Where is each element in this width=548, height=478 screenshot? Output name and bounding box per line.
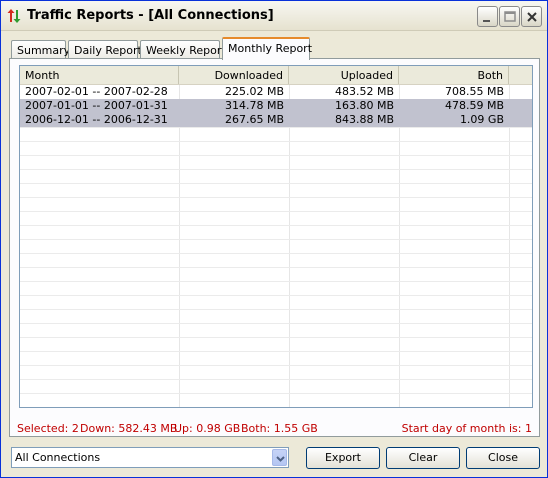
column-divider: [509, 85, 510, 407]
cell-both: 708.55 MB: [444, 85, 504, 98]
cell-month: 2007-01-01 -- 2007-01-31: [25, 99, 168, 112]
list-rows: 2007-02-01 -- 2007-02-28 225.02 MB 483.5…: [20, 85, 532, 127]
tab-label: Daily Report: [74, 44, 142, 57]
minimize-icon: [483, 20, 490, 22]
status-start-day: Start day of month is: 1: [401, 422, 532, 435]
column-divider: [399, 85, 400, 407]
window-title: Traffic Reports - [All Connections]: [27, 8, 274, 23]
row-grid-line: [20, 379, 532, 380]
cell-month: 2007-02-01 -- 2007-02-28: [25, 85, 168, 98]
cell-month: 2006-12-01 -- 2006-12-31: [25, 113, 168, 126]
column-header-both[interactable]: Both: [399, 66, 509, 84]
close-icon: [527, 12, 537, 22]
traffic-reports-window: Traffic Reports - [All Connections] Summ…: [0, 0, 548, 478]
tab-weekly-report[interactable]: Weekly Report: [140, 40, 226, 59]
row-grid-line: [20, 295, 532, 296]
minimize-button[interactable]: [477, 6, 498, 27]
chevron-down-icon: [276, 456, 285, 462]
row-grid-line: [20, 365, 532, 366]
cell-downloaded: 225.02 MB: [224, 85, 284, 98]
row-grid-line: [20, 337, 532, 338]
connection-select-value: All Connections: [15, 451, 101, 464]
cell-downloaded: 314.78 MB: [224, 99, 284, 112]
row-grid-line: [20, 127, 532, 128]
traffic-arrows-icon: [6, 8, 22, 24]
row-grid-line: [20, 197, 532, 198]
maximize-icon: [504, 11, 516, 22]
table-row[interactable]: 2007-01-01 -- 2007-01-31 314.78 MB 163.8…: [20, 99, 532, 113]
status-both-total: Both: 1.55 GB: [241, 422, 318, 435]
row-grid-line: [20, 351, 532, 352]
row-grid-line: [20, 253, 532, 254]
row-grid-line: [20, 239, 532, 240]
export-button[interactable]: Export: [306, 447, 380, 469]
maximize-button[interactable]: [499, 6, 520, 27]
tab-panel: Month Downloaded Uploaded Both 2007-02-0…: [9, 58, 540, 437]
row-grid-line: [20, 393, 532, 394]
list-header: Month Downloaded Uploaded Both: [20, 66, 532, 85]
clear-button[interactable]: Clear: [386, 447, 460, 469]
tab-label: Weekly Report: [146, 44, 226, 57]
close-button-label: Close: [488, 451, 518, 464]
row-grid-line: [20, 211, 532, 212]
column-header-downloaded[interactable]: Downloaded: [179, 66, 289, 84]
tab-monthly-report[interactable]: Monthly Report: [222, 37, 313, 60]
export-button-label: Export: [324, 451, 361, 464]
tab-daily-report[interactable]: Daily Report: [68, 40, 142, 59]
clear-button-label: Clear: [408, 451, 438, 464]
dropdown-arrow-button[interactable]: [272, 449, 287, 466]
table-row[interactable]: 2006-12-01 -- 2006-12-31 267.65 MB 843.8…: [20, 113, 532, 127]
monthly-report-list[interactable]: Month Downloaded Uploaded Both 2007-02-0…: [19, 65, 533, 408]
row-grid-line: [20, 141, 532, 142]
title-bar[interactable]: Traffic Reports - [All Connections]: [1, 1, 547, 31]
row-grid-line: [20, 155, 532, 156]
cell-uploaded: 843.88 MB: [334, 113, 394, 126]
table-row[interactable]: 2007-02-01 -- 2007-02-28 225.02 MB 483.5…: [20, 85, 532, 99]
status-down-total: Down: 582.43 MB: [80, 422, 178, 435]
tab-label: Monthly Report: [228, 42, 313, 55]
column-divider: [289, 85, 290, 407]
row-grid-line: [20, 309, 532, 310]
tab-label: Summary: [17, 44, 71, 57]
cell-uploaded: 483.52 MB: [334, 85, 394, 98]
row-grid-line: [20, 267, 532, 268]
cell-both: 478.59 MB: [444, 99, 504, 112]
close-button[interactable]: Close: [466, 447, 540, 469]
column-header-uploaded[interactable]: Uploaded: [289, 66, 399, 84]
cell-downloaded: 267.65 MB: [224, 113, 284, 126]
close-window-button[interactable]: [521, 6, 542, 27]
tab-summary[interactable]: Summary: [11, 40, 70, 59]
column-header-month[interactable]: Month: [20, 66, 179, 84]
column-divider: [179, 85, 180, 407]
row-grid-line: [20, 169, 532, 170]
row-grid-line: [20, 225, 532, 226]
status-up-total: Up: 0.98 GB: [174, 422, 241, 435]
row-grid-line: [20, 183, 532, 184]
status-selected-count: Selected: 2: [17, 422, 79, 435]
connection-select[interactable]: All Connections: [11, 447, 289, 468]
row-grid-line: [20, 407, 532, 408]
row-grid-line: [20, 323, 532, 324]
column-header-filler: [509, 66, 532, 84]
row-grid-line: [20, 281, 532, 282]
cell-uploaded: 163.80 MB: [334, 99, 394, 112]
cell-both: 1.09 GB: [459, 113, 504, 126]
